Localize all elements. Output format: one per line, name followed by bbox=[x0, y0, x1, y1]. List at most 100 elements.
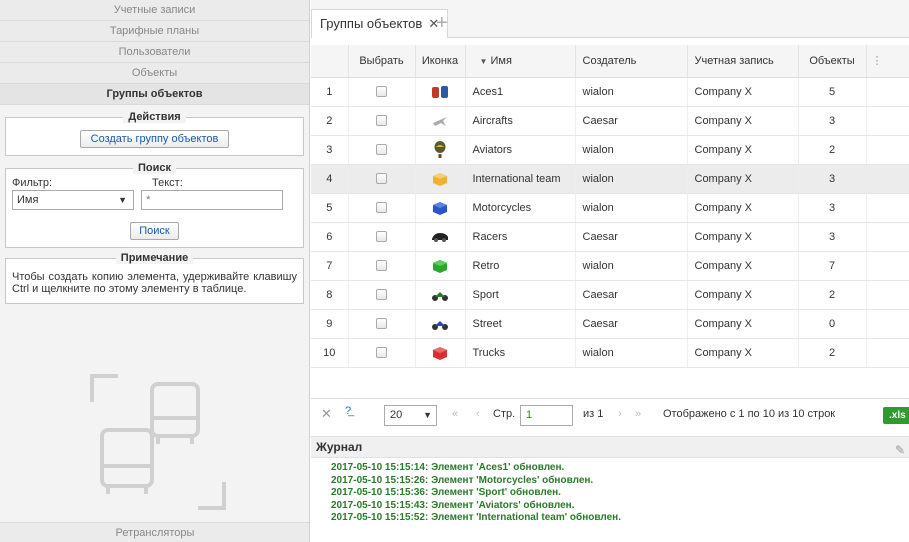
row-creator: wialon bbox=[575, 77, 688, 107]
row-checkbox[interactable] bbox=[376, 260, 387, 272]
table-row[interactable]: 4 International team wialon Company X3 bbox=[311, 164, 909, 194]
row-name[interactable]: Aces1 bbox=[465, 77, 576, 107]
row-checkbox[interactable] bbox=[376, 115, 387, 127]
row-index: 4 bbox=[311, 164, 349, 194]
row-select-cell bbox=[348, 77, 416, 107]
row-name[interactable]: Street bbox=[465, 309, 576, 339]
row-account: Company X bbox=[687, 106, 799, 136]
add-tab-icon[interactable]: + bbox=[436, 12, 448, 35]
row-spacer bbox=[866, 164, 909, 194]
log-title: Журнал bbox=[316, 440, 363, 454]
search-text-input[interactable]: * bbox=[141, 190, 284, 210]
table-row[interactable]: 6 Racers Caesar Company X3 bbox=[311, 222, 909, 252]
log-list: 2017-05-10 15:15:14: Элемент 'Aces1' обн… bbox=[331, 462, 901, 525]
row-account: Company X bbox=[687, 222, 799, 252]
table-row[interactable]: 7 Retro wialon Company X7 bbox=[311, 251, 909, 281]
header-icon[interactable]: Иконка bbox=[415, 45, 466, 78]
groups-table: Выбрать Иконка ▼ Имя Создатель Учетная з… bbox=[311, 45, 909, 368]
row-name[interactable]: Sport bbox=[465, 280, 576, 310]
row-objects: 7 bbox=[798, 251, 867, 281]
header-name[interactable]: ▼ Имя bbox=[465, 45, 576, 78]
nav-billing-plans[interactable]: Тарифные планы bbox=[0, 21, 309, 42]
nav-unit-groups[interactable]: Группы объектов bbox=[0, 84, 309, 105]
search-button[interactable]: Поиск bbox=[130, 222, 179, 240]
row-account: Company X bbox=[687, 338, 799, 368]
row-name[interactable]: Aviators bbox=[465, 135, 576, 165]
row-checkbox[interactable] bbox=[376, 347, 387, 359]
aircraft-icon bbox=[431, 114, 449, 126]
motorbike-icon bbox=[431, 288, 449, 301]
header-creator[interactable]: Создатель bbox=[575, 45, 688, 78]
row-checkbox[interactable] bbox=[376, 231, 387, 243]
row-account: Company X bbox=[687, 77, 799, 107]
table-row[interactable]: 3 Aviators wialon Company X2 bbox=[311, 135, 909, 165]
row-name[interactable]: Racers bbox=[465, 222, 576, 252]
page-input[interactable]: 1 bbox=[520, 405, 573, 426]
note-text: Чтобы создать копию элемента, удерживайт… bbox=[12, 271, 297, 295]
table-row[interactable]: 2 Aircrafts Caesar Company X3 bbox=[311, 106, 909, 136]
table-row[interactable]: 8 Sport Caesar Company X2 bbox=[311, 280, 909, 310]
row-objects: 3 bbox=[798, 164, 867, 194]
row-name[interactable]: Motorcycles bbox=[465, 193, 576, 223]
create-group-button[interactable]: Создать группу объектов bbox=[79, 130, 230, 148]
black-car-icon bbox=[431, 230, 449, 242]
blue-box-icon bbox=[431, 201, 449, 215]
clear-icon[interactable]: ✕ bbox=[321, 406, 332, 422]
row-spacer bbox=[866, 77, 909, 107]
page-size-select[interactable]: 20 ▼ bbox=[384, 405, 437, 426]
eraser-icon[interactable]: ✎ bbox=[895, 440, 905, 461]
row-select-cell bbox=[348, 222, 416, 252]
filter-select[interactable]: Имя ▼ bbox=[12, 190, 134, 210]
row-index: 6 bbox=[311, 222, 349, 252]
prev-page-icon[interactable]: ‹ bbox=[476, 408, 480, 420]
row-objects: 2 bbox=[798, 135, 867, 165]
row-spacer bbox=[866, 309, 909, 339]
next-page-icon[interactable]: › bbox=[618, 408, 622, 420]
nav-accounts[interactable]: Учетные записи bbox=[0, 0, 309, 21]
nav-units[interactable]: Объекты bbox=[0, 63, 309, 84]
log-entry: 2017-05-10 15:15:26: Элемент 'Motorcycle… bbox=[331, 474, 594, 486]
nav-users[interactable]: Пользователи bbox=[0, 42, 309, 63]
row-name[interactable]: Aircrafts bbox=[465, 106, 576, 136]
column-menu-icon[interactable]: ⋮ bbox=[866, 45, 909, 78]
tab-bar: Группы объектов ✕ + bbox=[311, 0, 909, 38]
row-checkbox[interactable] bbox=[376, 289, 387, 301]
header-select[interactable]: Выбрать bbox=[348, 45, 416, 78]
first-page-icon[interactable]: « bbox=[452, 408, 458, 420]
row-creator: Caesar bbox=[575, 280, 688, 310]
sort-icon[interactable]: ?̲ bbox=[345, 405, 351, 417]
row-checkbox[interactable] bbox=[376, 318, 387, 330]
row-icon-cell bbox=[415, 77, 466, 107]
row-checkbox[interactable] bbox=[376, 173, 387, 185]
row-name[interactable]: Trucks bbox=[465, 338, 576, 368]
table-row[interactable]: 1 Aces1 wialon Company X5 bbox=[311, 77, 909, 107]
rows-summary: Отображено с 1 по 10 из 10 строк bbox=[663, 408, 836, 420]
row-select-cell bbox=[348, 280, 416, 310]
table-row[interactable]: 5 Motorcycles wialon Company X3 bbox=[311, 193, 909, 223]
table-row[interactable]: 10 Trucks wialon Company X2 bbox=[311, 338, 909, 368]
row-icon-cell bbox=[415, 106, 466, 136]
red-box-icon bbox=[431, 346, 449, 360]
row-objects: 5 bbox=[798, 77, 867, 107]
row-select-cell bbox=[348, 193, 416, 223]
row-checkbox[interactable] bbox=[376, 202, 387, 214]
row-name[interactable]: International team bbox=[465, 164, 576, 194]
row-checkbox[interactable] bbox=[376, 144, 387, 156]
nav-retranslators[interactable]: Ретрансляторы bbox=[0, 522, 309, 542]
header-objects[interactable]: Объекты bbox=[798, 45, 867, 78]
row-icon-cell bbox=[415, 309, 466, 339]
log-entry: 2017-05-10 15:15:43: Элемент 'Aviators' … bbox=[331, 499, 575, 511]
chevron-down-icon: ▼ bbox=[118, 195, 127, 205]
table-row[interactable]: 9 Street Caesar Company X0 bbox=[311, 309, 909, 339]
row-checkbox[interactable] bbox=[376, 86, 387, 98]
row-index: 1 bbox=[311, 77, 349, 107]
last-page-icon[interactable]: » bbox=[635, 408, 641, 420]
row-icon-cell bbox=[415, 222, 466, 252]
export-xls-button[interactable]: .xls bbox=[883, 407, 909, 424]
tab-unit-groups[interactable]: Группы объектов ✕ bbox=[311, 9, 449, 38]
row-creator: wialon bbox=[575, 135, 688, 165]
row-icon-cell bbox=[415, 251, 466, 281]
row-name[interactable]: Retro bbox=[465, 251, 576, 281]
chevron-down-icon: ▼ bbox=[423, 410, 432, 420]
header-account[interactable]: Учетная запись bbox=[687, 45, 799, 78]
